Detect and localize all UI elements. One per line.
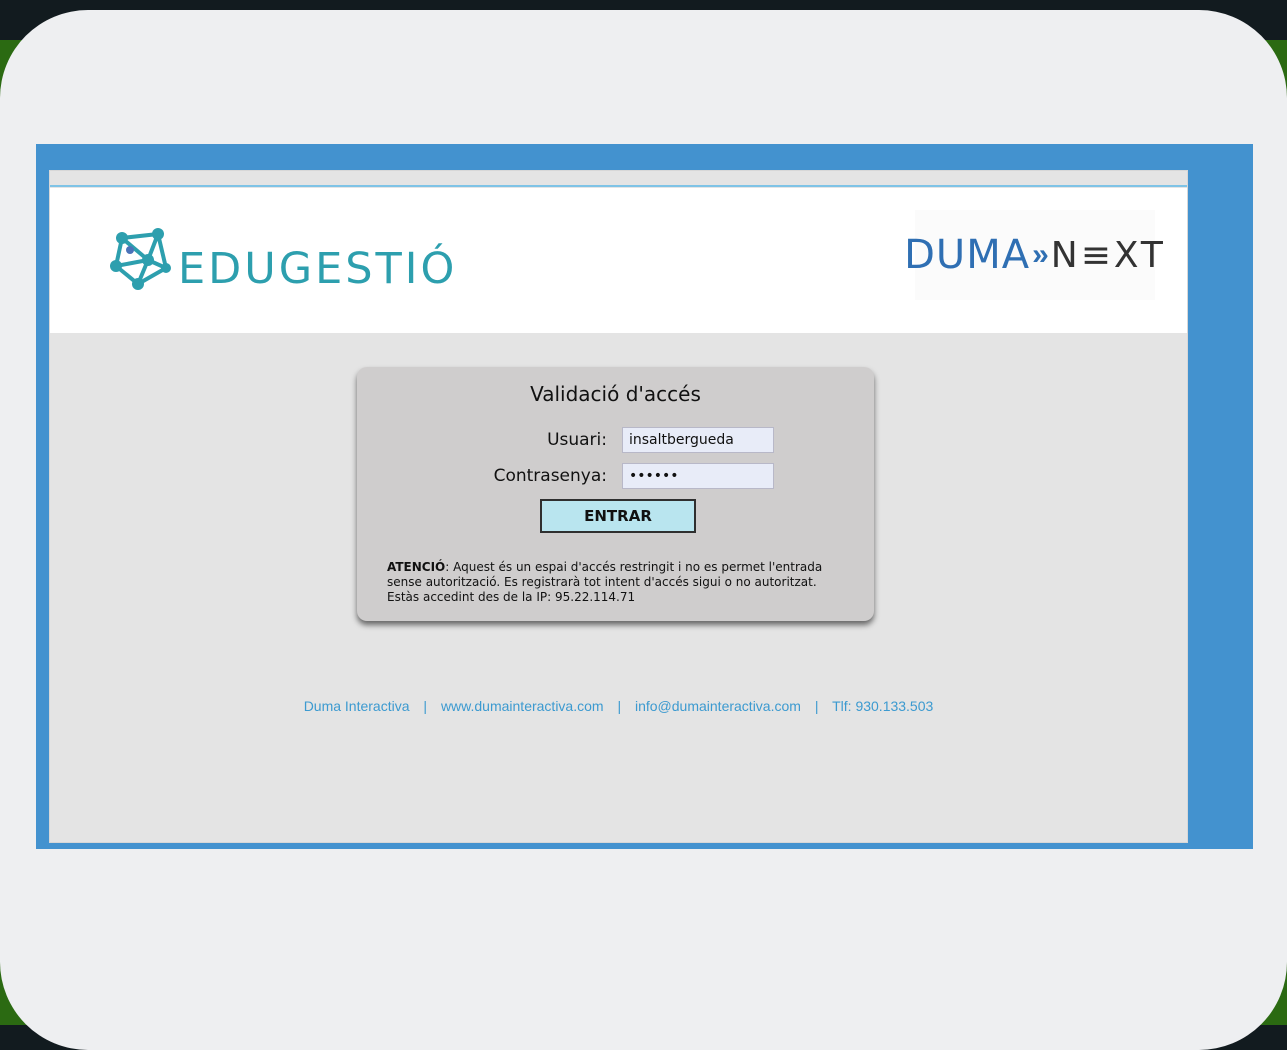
- username-row: Usuari:: [357, 427, 874, 453]
- password-row: Contrasenya:: [357, 463, 874, 489]
- edugestio-wordmark: EDUGESTIÓ: [178, 244, 458, 294]
- next-wordmark: N≡XT: [1050, 234, 1166, 276]
- page-footer: Duma Interactiva | www.dumainteractiva.c…: [50, 698, 1187, 714]
- footer-separator: |: [423, 698, 428, 714]
- network-molecule-icon: [110, 228, 171, 290]
- login-page: EDUGESTIÓ DUMA » N≡XT Validació d'accés …: [49, 170, 1188, 843]
- warning-text: : Aquest és un espai d'accés restringit …: [387, 560, 823, 589]
- duma-next-logo: DUMA » N≡XT: [904, 210, 1163, 300]
- footer-website-link[interactable]: www.dumainteractiva.com: [441, 698, 604, 714]
- double-chevron-icon: »: [1032, 238, 1049, 271]
- footer-separator: |: [814, 698, 819, 714]
- username-input[interactable]: [622, 427, 774, 453]
- top-divider-line: [50, 185, 1187, 187]
- edugestio-logo: EDUGESTIÓ: [108, 226, 488, 316]
- enter-button[interactable]: ENTRAR: [540, 499, 696, 533]
- password-input[interactable]: [622, 463, 774, 489]
- warning-label: ATENCIÓ: [387, 560, 446, 574]
- footer-phone: Tlf: 930.133.503: [832, 698, 934, 714]
- footer-company: Duma Interactiva: [303, 698, 410, 714]
- login-form: Validació d'accés Usuari: Contrasenya: E…: [357, 367, 874, 621]
- page-header: EDUGESTIÓ DUMA » N≡XT: [50, 188, 1187, 333]
- login-title: Validació d'accés: [530, 382, 701, 406]
- password-label: Contrasenya:: [493, 466, 607, 486]
- duma-wordmark: DUMA: [904, 232, 1031, 278]
- access-warning: ATENCIÓ: Aquest és un espai d'accés rest…: [387, 560, 857, 605]
- footer-separator: |: [617, 698, 622, 714]
- ip-address-notice: Estàs accedint des de la IP: 95.22.114.7…: [387, 590, 636, 604]
- footer-email-link[interactable]: info@dumainteractiva.com: [635, 698, 801, 714]
- username-label: Usuari:: [547, 430, 607, 450]
